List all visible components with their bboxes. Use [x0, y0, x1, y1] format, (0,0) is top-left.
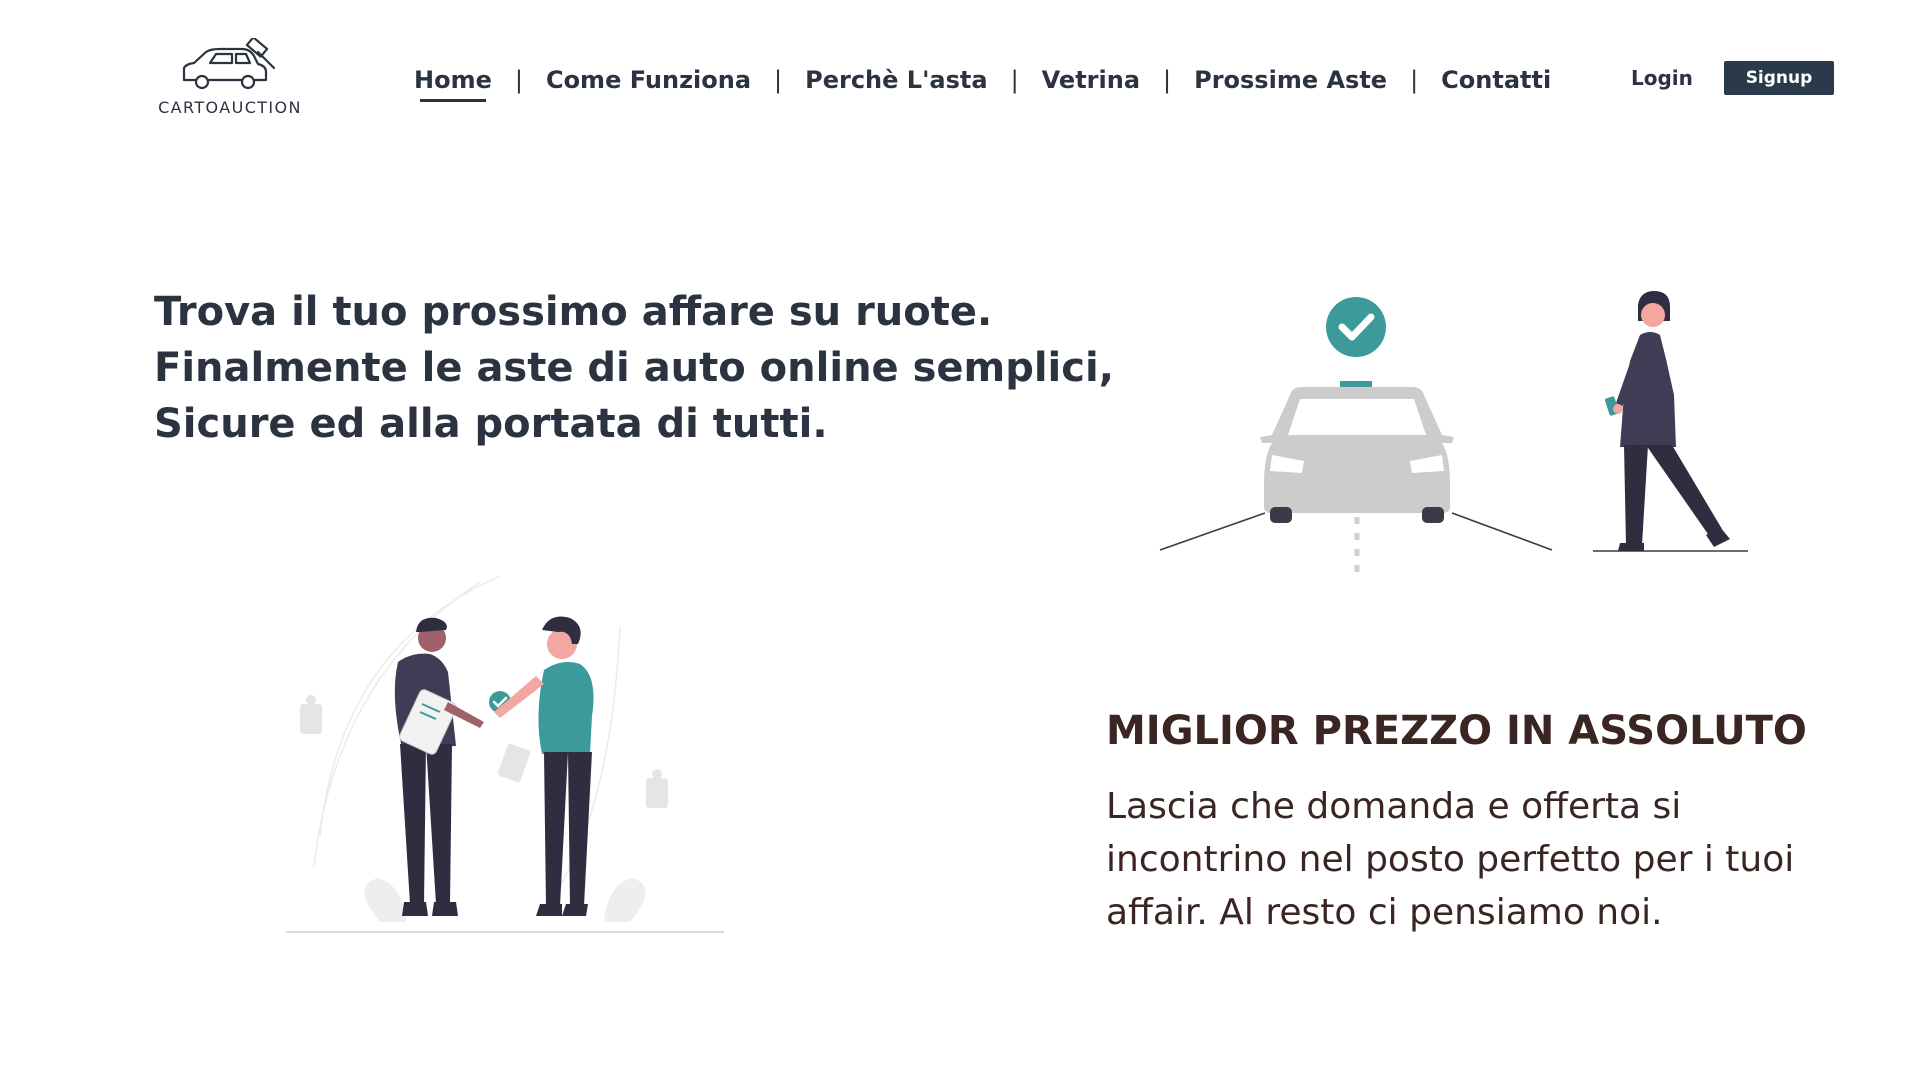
feature-title: MIGLIOR PREZZO IN ASSOLUTO [1106, 708, 1807, 754]
nav-separator: | [1410, 66, 1419, 94]
nav-item-vetrina[interactable]: Vetrina [1042, 66, 1140, 94]
hero-line: Sicure ed alla portata di tutti. [154, 401, 828, 447]
woman-with-phone-figure [1593, 291, 1748, 552]
nav-item-come-funziona[interactable]: Come Funziona [546, 66, 751, 94]
hero-headline: Trova il tuo prossimo affare su ruote. F… [154, 284, 1114, 452]
feature-line: incontrino nel posto perfetto per i tuoi [1106, 839, 1795, 880]
hero-line: Finalmente le aste di auto online sempli… [154, 345, 1114, 391]
brand-name: CARTOAUCTION [158, 98, 302, 117]
nav-separator: | [514, 66, 523, 94]
check-badge-icon [1326, 297, 1386, 357]
nav-item-perche-lasta[interactable]: Perchè L'asta [805, 66, 987, 94]
login-link[interactable]: Login [1631, 66, 1693, 90]
nav-item-home[interactable]: Home [414, 66, 492, 102]
signup-button[interactable]: Signup [1724, 61, 1834, 95]
feature-line: Lascia che domanda e offerta si [1106, 786, 1682, 827]
car-approval-illustration [1159, 291, 1748, 575]
nav-item-prossime-aste[interactable]: Prossime Aste [1194, 66, 1387, 94]
nav-separator: | [1010, 66, 1019, 94]
car-front-icon [1260, 381, 1454, 523]
main-nav: Home | Come Funziona | Perchè L'asta | V… [414, 60, 1551, 102]
nav-separator: | [774, 66, 783, 94]
car-gavel-icon [182, 38, 276, 90]
nav-separator: | [1163, 66, 1172, 94]
handshake-illustration [286, 575, 724, 933]
man-with-document-figure [394, 617, 484, 916]
man-teal-shirt-figure [494, 616, 594, 916]
brand-logo[interactable]: CARTOAUCTION [154, 38, 306, 120]
feature-description: Lascia che domanda e offerta si incontri… [1106, 780, 1846, 939]
feature-line: affair. Al resto ci pensiamo noi. [1106, 892, 1663, 933]
hero-line: Trova il tuo prossimo affare su ruote. [154, 289, 993, 335]
nav-item-contatti[interactable]: Contatti [1441, 66, 1551, 94]
